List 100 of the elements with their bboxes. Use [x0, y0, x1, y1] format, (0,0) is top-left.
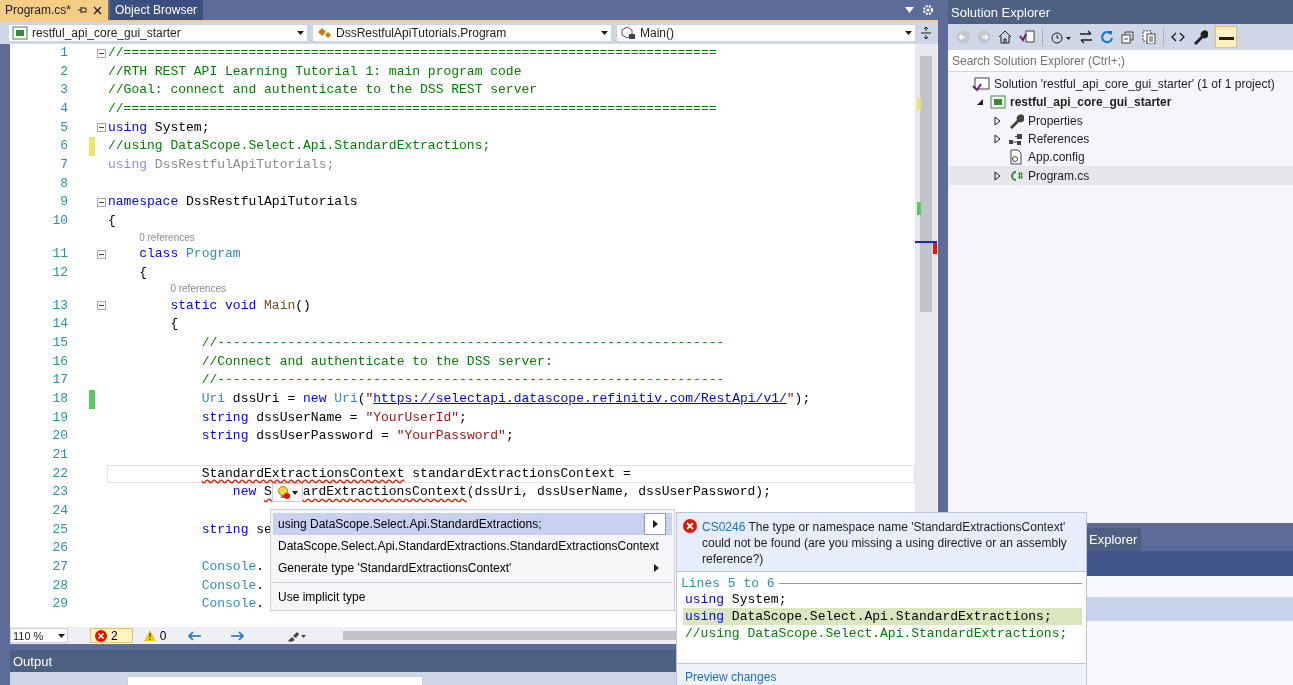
code-line: string dssUserPassword = "YourPassword"; — [200, 427, 514, 446]
forward-arrow-icon[interactable] — [231, 630, 246, 641]
line-number: 12 — [51, 263, 68, 282]
pin-icon[interactable] — [77, 5, 88, 15]
menu-item[interactable]: Use implicit type — [273, 586, 672, 608]
error-code-link[interactable]: CS0246 — [702, 520, 746, 534]
split-editor-icon[interactable] — [920, 26, 932, 40]
lightbulb-button[interactable] — [271, 483, 303, 503]
panel-title: Output — [13, 653, 53, 669]
code-line: new S — [231, 483, 272, 502]
navigation-dropdown[interactable]: restful_api_core_gui_starter — [8, 24, 308, 42]
code-line: ardExtractionsContext(dssUri, dssUserName, dssUserPassword); — [302, 483, 771, 502]
line-number: 20 — [51, 427, 68, 446]
close-icon[interactable] — [93, 5, 103, 15]
preview-toggle-icon[interactable] — [1215, 26, 1237, 48]
tree-item[interactable]: Solution 'restful_api_core_gui_starter' (1 of 1 project) — [948, 75, 1293, 94]
collapse-icon[interactable] — [97, 249, 106, 259]
collapse-icon[interactable] — [97, 301, 106, 311]
dropdown-arrow-icon[interactable] — [601, 31, 608, 35]
lightbulb-icon — [276, 485, 291, 501]
line-number: 15 — [51, 333, 68, 352]
tree-item[interactable]: App.config — [948, 148, 1293, 167]
tree-item[interactable]: References — [948, 129, 1293, 149]
preview-changes-link[interactable]: Preview changes — [685, 670, 777, 684]
warning-count[interactable]: 0 — [138, 628, 182, 643]
code-line: //using DataScope.Select.Api.StandardExtractions; — [108, 137, 491, 156]
line-range: Lines 5 to 6 — [681, 576, 775, 591]
document-tab[interactable]: Object Browser — [110, 0, 204, 20]
search-field[interactable]: Search Solution Explorer (Ctrl+;) — [948, 50, 1293, 72]
tree-item[interactable]: Program.cs — [948, 166, 1293, 185]
tree-item[interactable]: Properties — [948, 111, 1293, 130]
brush-icon[interactable] — [287, 629, 308, 642]
navigation-dropdown[interactable]: Main() — [616, 24, 916, 42]
line-number: 21 — [51, 445, 68, 464]
submenu-arrow-icon — [652, 520, 658, 528]
back-arrow-icon[interactable] — [187, 630, 202, 641]
error-icon — [683, 519, 697, 533]
dropdown-arrow-icon[interactable] — [905, 31, 912, 35]
show-all-files-icon[interactable] — [1142, 30, 1156, 44]
refresh-icon[interactable] — [1100, 30, 1114, 44]
code-line: Console. — [200, 557, 265, 576]
line-number: 2 — [59, 62, 68, 81]
error-count[interactable]: 2 — [90, 628, 133, 643]
expanded-arrow-icon[interactable] — [976, 98, 984, 107]
dropdown-arrow-icon[interactable] — [58, 633, 65, 638]
dropdown-arrow-icon[interactable] — [297, 31, 304, 35]
settings-icon[interactable] — [922, 4, 934, 16]
panel-title: Solution Explorer — [951, 4, 1050, 20]
collapse-icon[interactable] — [97, 198, 106, 208]
submenu-arrow-icon — [653, 564, 659, 572]
sync-icon[interactable] — [1079, 30, 1093, 44]
csharp-project-icon — [990, 95, 1006, 110]
config-file-icon — [1008, 149, 1024, 166]
code-line: Uri dssUri = new Uri("https://selectapi.datascope.refinitiv.com/RestApi/v1/"); — [200, 389, 811, 408]
code-line: //============================================================================ — [108, 99, 717, 118]
change-mark — [917, 98, 921, 110]
collapsed-arrow-icon[interactable] — [994, 170, 1002, 181]
collapse-icon[interactable] — [97, 48, 106, 58]
code-line: using DssRestfulApiTutorials; — [108, 155, 335, 174]
menu-item[interactable]: DataScope.Select.Api.StandardExtractions.StandardExtractionsContext — [273, 535, 672, 557]
code-line: Console. — [200, 576, 265, 595]
line-number: 10 — [51, 211, 68, 230]
class-icon — [316, 26, 332, 40]
line-number: 1 — [59, 44, 68, 62]
method-icon — [620, 26, 636, 40]
navigation-dropdown[interactable]: DssRestfulApiTutorials.Program — [312, 24, 612, 42]
menu-item[interactable]: using DataScope.Select.Api.StandardExtractions; — [273, 513, 672, 535]
scroll-thumb[interactable] — [920, 56, 932, 312]
wrench-icon[interactable] — [1192, 29, 1208, 45]
caret-icon — [291, 490, 298, 495]
line-number: 18 — [51, 389, 68, 408]
dropdown-icon[interactable] — [905, 7, 914, 13]
collapse-all-icon[interactable] — [1121, 30, 1135, 44]
codelens-references[interactable]: 0 references — [139, 230, 195, 245]
collapse-icon[interactable] — [97, 123, 106, 133]
tree-item[interactable]: restful_api_core_gui_starter — [948, 93, 1293, 112]
line-number: 14 — [51, 315, 68, 334]
document-tab[interactable]: Program.cs* — [0, 0, 109, 20]
menu-item[interactable]: Generate type 'StandardExtractionsContext' — [273, 557, 672, 579]
switch-views-icon[interactable] — [1019, 30, 1035, 44]
line-number: 11 — [51, 244, 68, 263]
zoom-dropdown[interactable]: 110 % — [10, 628, 68, 643]
line-number: 25 — [51, 520, 68, 539]
codelens-references[interactable]: 0 references — [170, 282, 226, 297]
code-line: { — [108, 211, 116, 230]
collapsed-arrow-icon[interactable] — [994, 134, 1002, 145]
panel-tab[interactable]: Explorer — [1085, 527, 1142, 551]
collapsed-arrow-icon[interactable] — [994, 115, 1002, 126]
references-icon — [1008, 131, 1024, 148]
code-icon[interactable] — [1171, 30, 1185, 44]
code-line: //----------------------------------------------------------------- — [200, 371, 725, 390]
error-icon — [95, 629, 107, 642]
home-icon[interactable] — [998, 30, 1012, 44]
line-number: 17 — [51, 371, 68, 390]
line-number: 5 — [59, 118, 68, 137]
code-line: //============================================================================ — [108, 44, 717, 62]
line-number: 16 — [51, 352, 68, 371]
line-number: 6 — [59, 137, 68, 156]
error-mark — [933, 243, 937, 254]
history-icon[interactable] — [1050, 30, 1072, 44]
